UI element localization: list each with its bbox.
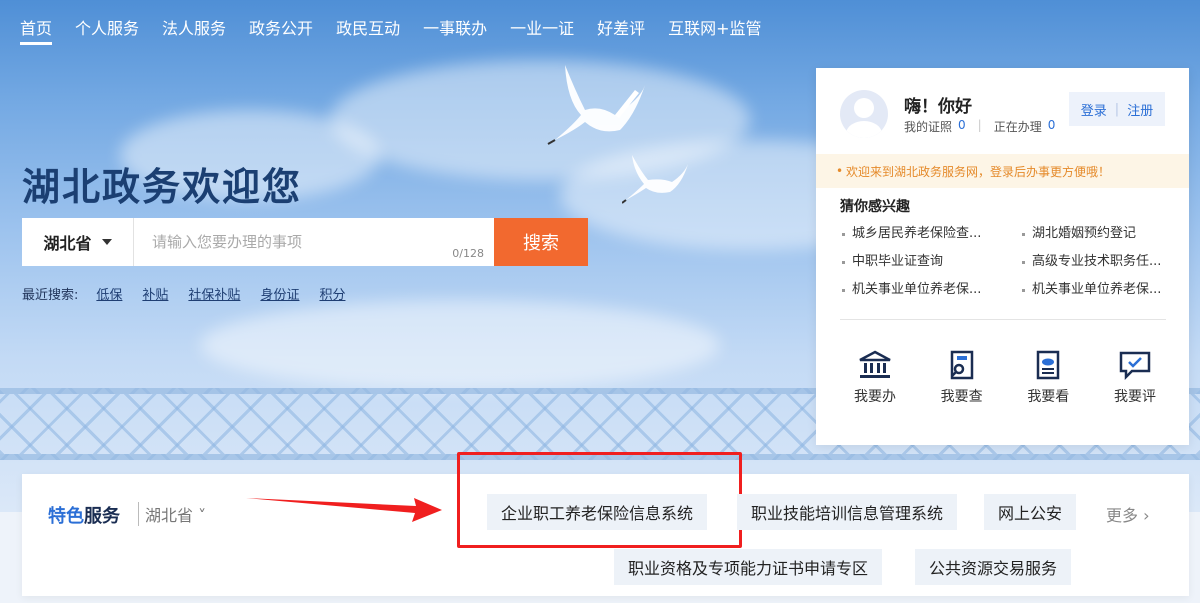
- search-button[interactable]: 搜索: [494, 218, 588, 266]
- interest-item[interactable]: 湖北婚姻预约登记: [1020, 224, 1170, 244]
- recent-search-link[interactable]: 身份证: [260, 284, 299, 303]
- interest-item[interactable]: 机关事业单位养老保...: [1020, 280, 1170, 300]
- nav-item-corporate-services[interactable]: 法人服务: [162, 1, 226, 49]
- top-nav: 首页 个人服务 法人服务 政务公开 政民互动 一事联办 一业一证 好差评 互联网…: [0, 0, 1200, 50]
- nav-item-internet-supervision[interactable]: 互联网+监管: [668, 1, 761, 49]
- interest-item[interactable]: 高级专业技术职务任...: [1020, 252, 1170, 272]
- recent-searches: 最近搜索: 低保 补贴 社保补贴 身份证 积分: [22, 284, 365, 303]
- comment-icon: [1119, 351, 1151, 380]
- avatar: [840, 90, 888, 138]
- nav-item-service-rating[interactable]: 好差评: [597, 1, 645, 49]
- nav-item-one-thing-joint[interactable]: 一事联办: [423, 1, 487, 49]
- action-label: 我要评: [1113, 389, 1156, 405]
- red-arrow-annotation: [246, 498, 442, 522]
- avatar-head: [854, 98, 874, 118]
- more-link[interactable]: 更多 ›: [1106, 502, 1150, 526]
- register-button[interactable]: 注册: [1127, 100, 1153, 119]
- crane-illustration: [547, 65, 645, 145]
- crane-illustration-small: [622, 155, 688, 204]
- interest-item[interactable]: 城乡居民养老保险查...: [840, 224, 1020, 244]
- recent-search-link[interactable]: 积分: [319, 284, 345, 303]
- recent-search-link[interactable]: 社保补贴: [188, 284, 240, 303]
- action-query[interactable]: 我要查: [927, 350, 997, 406]
- action-rate[interactable]: 我要评: [1100, 350, 1170, 406]
- nav-item-personal-services[interactable]: 个人服务: [75, 1, 139, 49]
- quick-actions: 我要办 我要查 我要看 我要评: [840, 350, 1170, 406]
- action-label: 我要办: [854, 389, 896, 405]
- feature-region-label: 湖北省: [145, 506, 194, 525]
- chevron-down-icon: [101, 239, 112, 245]
- action-handle[interactable]: 我要办: [840, 350, 910, 406]
- login-button[interactable]: 登录: [1081, 100, 1107, 119]
- nav-item-government-affairs[interactable]: 政务公开: [249, 1, 313, 49]
- service-chip-online-police[interactable]: 网上公安: [984, 494, 1077, 530]
- my-licenses-label[interactable]: 我的证照: [904, 118, 952, 135]
- service-chip-skills-training[interactable]: 职业技能培训信息管理系统: [737, 494, 958, 530]
- my-licenses-count[interactable]: 0: [958, 118, 966, 135]
- feature-services-title: 特色服务: [48, 502, 120, 528]
- feature-services: 特色服务 湖北省 ˅ 企业职工养老保险信息系统 职业技能培训信息管理系统 网上公…: [22, 452, 1189, 596]
- nav-item-home[interactable]: 首页: [20, 1, 53, 49]
- feature-region-select[interactable]: 湖北省 ˅: [138, 502, 206, 526]
- bank-icon: [859, 350, 891, 378]
- document-icon: [1037, 350, 1060, 380]
- region-select-label: 湖北省: [43, 234, 92, 253]
- search-input[interactable]: [134, 218, 494, 266]
- auth-box: 登录 | 注册: [1069, 92, 1165, 126]
- service-chip-enterprise-pension[interactable]: 企业职工养老保险信息系统: [487, 494, 708, 530]
- nav-item-public-interaction[interactable]: 政民互动: [336, 1, 400, 49]
- search-doc-icon: [950, 350, 973, 380]
- action-view[interactable]: 我要看: [1013, 350, 1083, 406]
- interest-item[interactable]: 机关事业单位养老保...: [840, 280, 1020, 300]
- interest-title: 猜你感兴趣: [840, 199, 910, 215]
- in-progress-count[interactable]: 0: [1048, 118, 1056, 135]
- char-counter: 0/128: [452, 247, 484, 260]
- user-stats: 我的证照 0 | 正在办理 0: [904, 118, 1055, 135]
- service-chip-qualification-certificate[interactable]: 职业资格及专项能力证书申请专区: [614, 549, 883, 585]
- search-input-wrap: 0/128: [134, 218, 494, 266]
- service-chip-public-resource-trading[interactable]: 公共资源交易服务: [915, 549, 1072, 585]
- action-label: 我要看: [1027, 389, 1070, 405]
- in-progress-label[interactable]: 正在办理: [994, 118, 1042, 135]
- card-divider: [840, 319, 1166, 320]
- recent-searches-label: 最近搜索:: [22, 288, 79, 303]
- user-card: 嗨！你好 我的证照 0 | 正在办理 0 登录 | 注册 欢迎来到湖北政务服务网…: [816, 68, 1189, 445]
- interest-item[interactable]: 中职毕业证查询: [840, 252, 1020, 272]
- greeting: 嗨！你好: [904, 97, 972, 117]
- nav-item-one-industry-one-license[interactable]: 一业一证: [510, 1, 574, 49]
- action-label: 我要查: [940, 389, 983, 405]
- region-select[interactable]: 湖北省: [22, 218, 134, 266]
- auth-separator: |: [1114, 101, 1120, 117]
- feature-title-part2: 服务: [84, 506, 120, 527]
- page-title: 湖北政务欢迎您: [22, 165, 303, 209]
- interest-list: 城乡居民养老保险查... 湖北婚姻预约登记 中职毕业证查询 高级专业技术职务任.…: [840, 224, 1170, 300]
- feature-title-part1: 特色: [48, 506, 84, 527]
- login-notice: 欢迎来到湖北政务服务网，登录后办事更方便哦！: [816, 154, 1189, 188]
- avatar-body: [846, 121, 882, 138]
- search-bar: 湖北省 0/128 搜索: [22, 218, 588, 266]
- stats-separator: |: [977, 118, 982, 132]
- chevron-down-icon: ˅: [193, 506, 207, 525]
- recent-search-link[interactable]: 低保: [96, 284, 122, 303]
- recent-search-link[interactable]: 补贴: [142, 284, 168, 303]
